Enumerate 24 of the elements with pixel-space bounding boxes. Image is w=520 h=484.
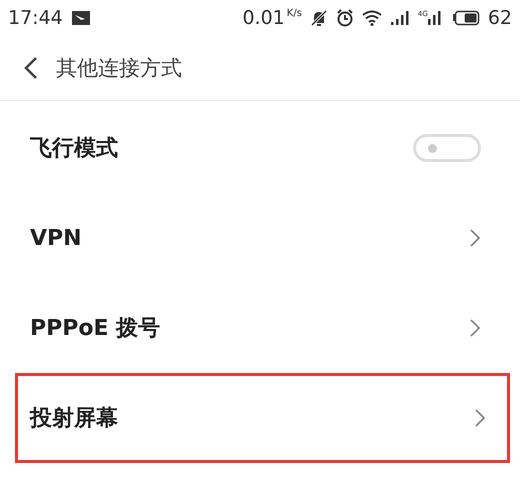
speed-unit: K/s: [286, 8, 302, 19]
settings-row[interactable]: 投射屏幕: [15, 373, 510, 463]
setting-label: 投射屏幕: [30, 405, 119, 433]
chevron-icon: [474, 408, 486, 428]
settings-row[interactable]: VPN: [0, 193, 505, 283]
chevron-icon: [469, 228, 481, 248]
back-button[interactable]: [24, 56, 38, 80]
settings-row[interactable]: PPPoE 拨号: [0, 283, 505, 373]
page-title: 其他连接方式: [56, 55, 182, 82]
setting-label: 飞行模式: [30, 135, 119, 163]
alarm-clock-icon: [336, 9, 354, 27]
setting-label: PPPoE 拨号: [30, 315, 162, 343]
network-speed: 0.01: [242, 7, 285, 29]
settings-row[interactable]: 飞行模式: [0, 103, 505, 193]
toggle-switch[interactable]: [413, 134, 481, 162]
setting-label: VPN: [30, 226, 83, 250]
time: 17:44: [8, 7, 63, 29]
signal-icon: [390, 10, 410, 26]
battery-icon: [452, 10, 480, 26]
bell-muted-icon: [310, 9, 328, 27]
battery-percent: 62: [488, 7, 512, 29]
image-icon: [70, 10, 91, 26]
chevron-icon: [469, 318, 481, 338]
wifi-icon: [362, 10, 382, 26]
